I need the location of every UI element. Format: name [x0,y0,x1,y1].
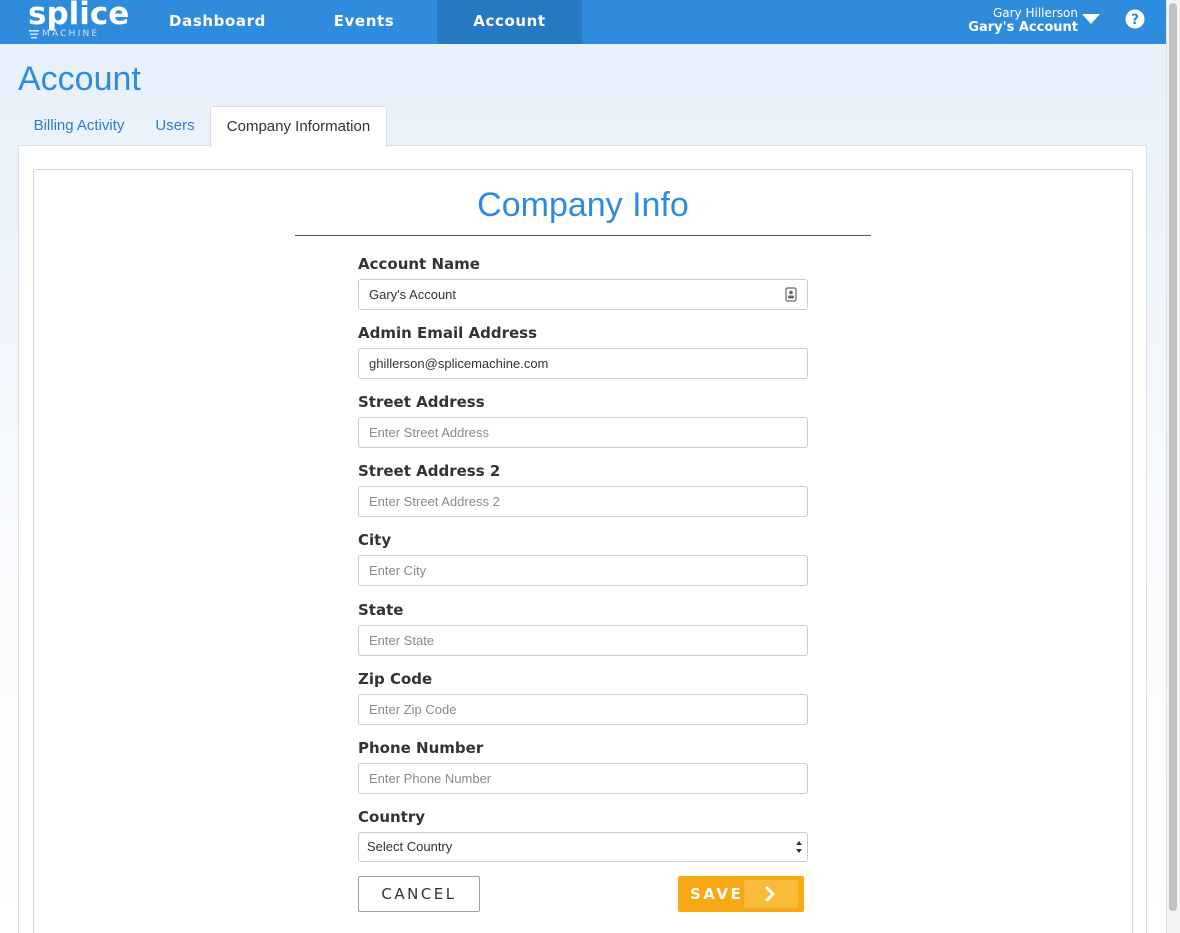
street-address-label: Street Address [358,393,485,411]
account-name-label: Account Name [358,255,480,273]
contact-card-icon[interactable] [785,287,797,303]
page-title: Account [18,60,141,98]
admin-email-label: Admin Email Address [358,324,538,342]
select-arrows-icon [796,841,802,853]
user-name: Gary Hillerson [992,6,1078,20]
save-button[interactable]: SAVE [678,876,804,912]
logo-wordmark: splice [28,0,130,32]
form-title: Company Info [477,186,689,224]
phone-number-label: Phone Number [358,739,484,757]
save-button-label: SAVE [690,885,744,903]
account-name-input[interactable] [358,279,808,310]
svg-text:?: ? [1131,12,1139,28]
city-input[interactable] [358,555,808,586]
zip-code-label: Zip Code [358,670,433,688]
logo-grid-icon [29,30,39,39]
city-label: City [358,531,392,549]
phone-number-input[interactable] [358,763,808,794]
nav-account[interactable]: Account [437,0,582,44]
country-label: Country [358,808,426,826]
zip-code-input[interactable] [358,694,808,725]
save-chevron-box [744,880,798,908]
cancel-button[interactable]: CANCEL [358,876,480,912]
nav-events[interactable]: Events [296,0,432,44]
splice-machine-logo[interactable]: splice MACHINE [26,0,129,42]
logo-subtitle: MACHINE [42,29,100,39]
street-address-2-input[interactable] [358,486,808,517]
tab-users[interactable]: Users [143,106,207,146]
top-nav-bar: splice MACHINE Dashboard Events Account … [0,0,1166,44]
nav-dashboard[interactable]: Dashboard [150,0,285,44]
tab-billing-activity[interactable]: Billing Activity [22,106,136,146]
state-input[interactable] [358,625,808,656]
street-address-2-label: Street Address 2 [358,462,501,480]
scrollbar-thumb[interactable] [1169,3,1177,911]
current-account-name: Gary's Account [968,20,1078,35]
help-icon[interactable]: ? [1125,9,1145,29]
country-selected-value: Select Country [367,839,453,854]
chevron-right-icon [765,886,775,902]
country-select[interactable]: Select Country [358,832,808,862]
user-menu[interactable]: Gary Hillerson Gary's Account [958,6,1078,35]
title-divider [295,235,871,236]
tab-company-information[interactable]: Company Information [210,106,387,147]
caret-down-icon[interactable] [1082,14,1100,25]
admin-email-input[interactable] [358,348,808,379]
street-address-input[interactable] [358,417,808,448]
state-label: State [358,601,404,619]
